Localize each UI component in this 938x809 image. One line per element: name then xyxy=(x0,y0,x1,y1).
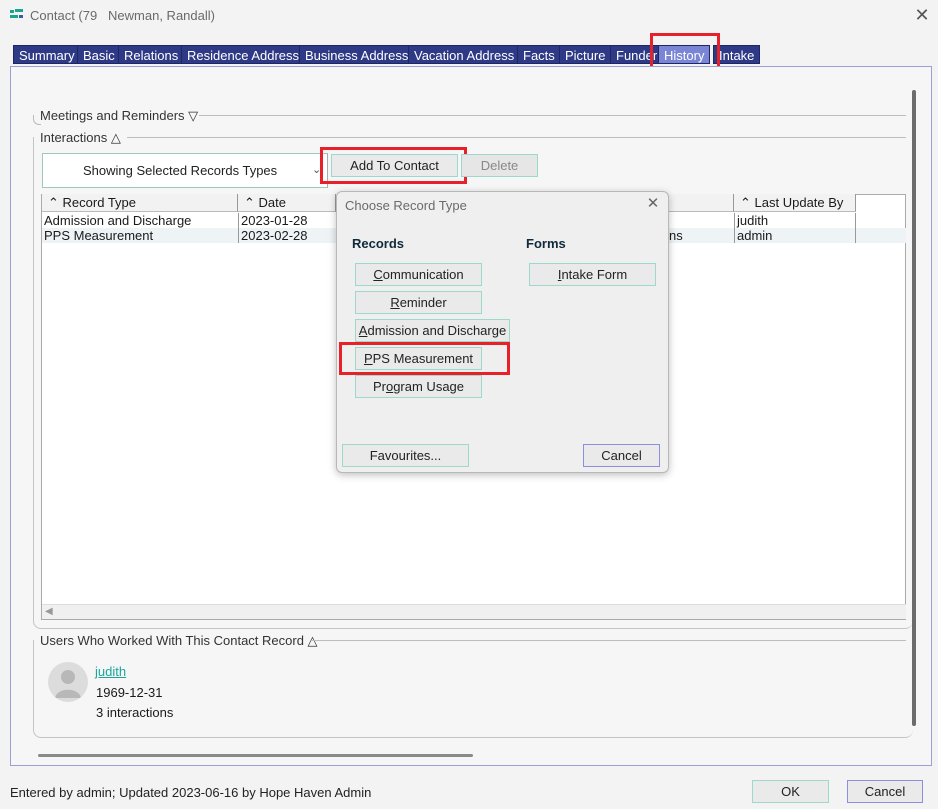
table-cell-partial[interactable]: ns xyxy=(667,228,707,243)
admission-and-discharge-button[interactable]: Admission and Discharge xyxy=(355,319,510,342)
meetings-group-corner xyxy=(33,115,41,125)
communication-button[interactable]: Communication xyxy=(355,263,482,286)
window-title: Contact (79 Newman, Randall) xyxy=(30,8,215,23)
add-button-highlight xyxy=(320,147,467,184)
tab-basic[interactable]: Basic xyxy=(77,45,121,64)
meetings-section-header[interactable]: Meetings and Reminders ▽ xyxy=(40,108,198,124)
user-date: 1969-12-31 xyxy=(96,685,163,700)
favourites-button[interactable]: Favourites... xyxy=(342,444,469,467)
user-avatar xyxy=(48,662,88,702)
window-close-icon[interactable]: ✕ xyxy=(910,4,934,26)
panel-horizontal-scrollbar[interactable] xyxy=(38,754,473,757)
table-horizontal-scrollbar[interactable] xyxy=(42,604,906,619)
scroll-left-icon[interactable]: ◀ xyxy=(45,606,53,617)
column-header-last-update-by[interactable]: ⌃ Last Update By xyxy=(734,194,856,212)
panel-vertical-scrollbar[interactable] xyxy=(912,90,916,726)
reminder-button[interactable]: Reminder xyxy=(355,291,482,314)
tab-facts[interactable]: Facts xyxy=(517,45,561,64)
column-header-date[interactable]: ⌃ Date xyxy=(238,194,336,212)
sort-up-icon: ⌃ xyxy=(244,195,255,210)
status-text: Entered by admin; Updated 2023-06-16 by … xyxy=(10,785,372,800)
record-type-filter-label: Showing Selected Records Types xyxy=(83,163,278,178)
table-cell-date[interactable]: 2023-02-28 xyxy=(238,228,336,243)
records-heading: Records xyxy=(352,236,405,251)
tab-residence-address[interactable]: Residence Address xyxy=(181,45,306,64)
table-cell-record-type[interactable]: PPS Measurement xyxy=(42,228,238,243)
tab-relations[interactable]: Relations xyxy=(118,45,185,64)
table-cell-last-update-by[interactable]: judith xyxy=(734,213,856,228)
cancel-button[interactable]: Cancel xyxy=(847,780,923,803)
table-cell-record-type[interactable]: Admission and Discharge xyxy=(42,213,238,228)
tab-intake[interactable]: Intake xyxy=(713,45,761,64)
meetings-divider xyxy=(199,115,906,116)
tab-picture[interactable]: Picture xyxy=(559,45,612,64)
tab-vacation-address[interactable]: Vacation Address xyxy=(408,45,521,64)
program-usage-button[interactable]: Program Usage xyxy=(355,375,482,398)
column-header-record-type[interactable]: ⌃ Record Type xyxy=(42,194,238,212)
table-cell-date[interactable]: 2023-01-28 xyxy=(238,213,336,228)
sort-up-icon: ⌃ xyxy=(740,195,751,210)
forms-heading: Forms xyxy=(526,236,566,251)
dialog-close-icon[interactable]: ✕ xyxy=(645,196,661,212)
table-cell-last-update-by[interactable]: admin xyxy=(734,228,856,243)
sort-up-icon: ⌃ xyxy=(48,195,59,210)
user-interactions-count: 3 interactions xyxy=(96,705,174,720)
person-icon xyxy=(55,670,81,698)
pps-button-highlight xyxy=(339,342,510,375)
users-group xyxy=(33,640,913,738)
user-name-link[interactable]: judith xyxy=(95,664,126,679)
dialog-cancel-button[interactable]: Cancel xyxy=(583,444,660,467)
dialog-title: Choose Record Type xyxy=(345,198,467,213)
ok-button[interactable]: OK xyxy=(752,780,829,803)
app-logo-icon xyxy=(10,9,23,18)
delete-button[interactable]: Delete xyxy=(461,154,538,177)
tab-business-address[interactable]: Business Address xyxy=(299,45,415,64)
tab-summary[interactable]: Summary xyxy=(13,45,81,64)
intake-form-button[interactable]: Intake Form xyxy=(529,263,656,286)
